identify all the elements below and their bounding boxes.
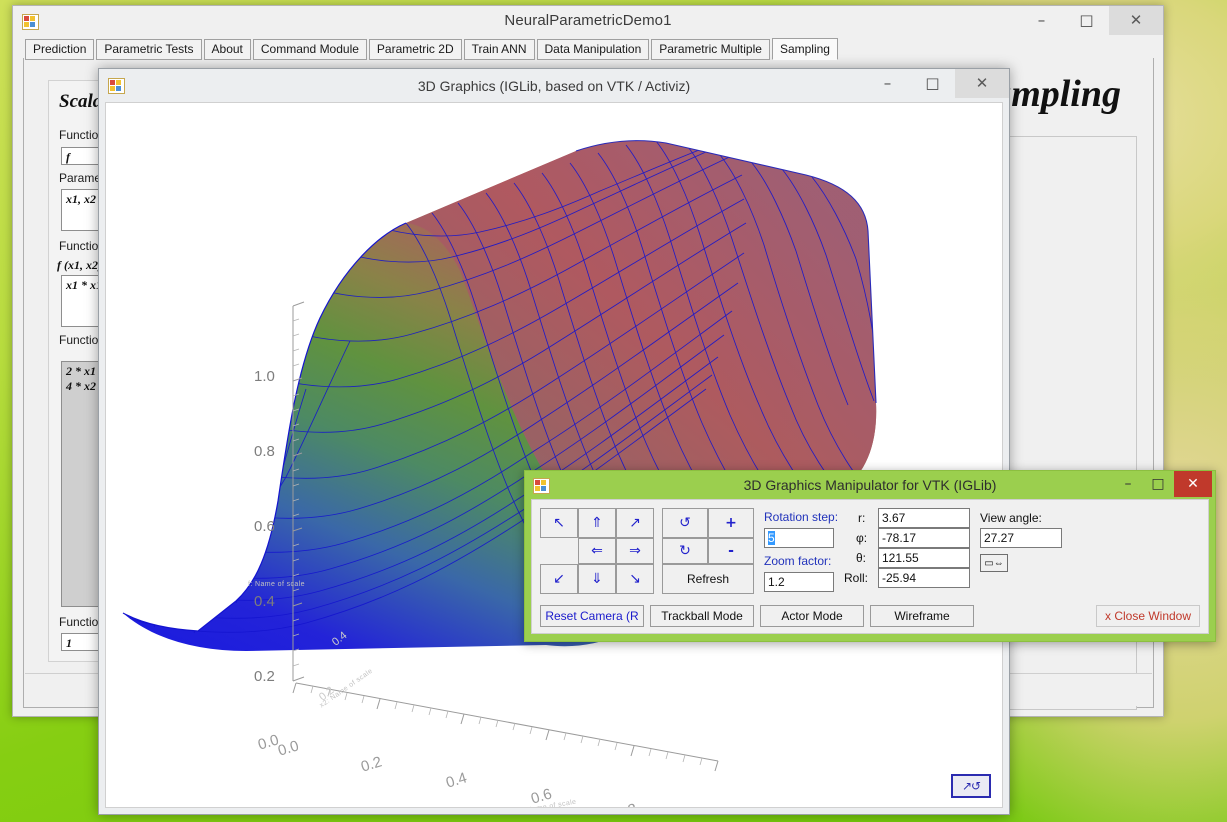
graphics-window-titlebar[interactable]: 3D Graphics (IGLib, based on VTK / Activ…: [99, 69, 1009, 102]
pan-down-left-button[interactable]: ↙: [540, 564, 578, 594]
tab-train-ann[interactable]: Train ANN: [464, 39, 535, 60]
manipulator-body: ↖ ⇑ ↗ ⇐ ⇒ ↙ ⇓ ↘ ↺ ↻ Refresh + - Rotation…: [531, 499, 1209, 634]
refresh-button[interactable]: Refresh: [662, 564, 754, 594]
pan-down-button[interactable]: ⇓: [578, 564, 616, 594]
actor-mode-button[interactable]: Actor Mode: [760, 605, 864, 627]
zoom-in-button[interactable]: +: [708, 508, 754, 538]
z-tick-0.6: 0.6: [254, 518, 275, 535]
pan-up-button[interactable]: ⇑: [578, 508, 616, 538]
manipulator-titlebar[interactable]: 3D Graphics Manipulator for VTK (IGLib) …: [525, 471, 1215, 499]
graphics-minimize-button[interactable]: –: [865, 69, 910, 98]
view-angle-input[interactable]: 27.27: [980, 528, 1062, 548]
pan-up-right-button[interactable]: ↗: [616, 508, 654, 538]
wireframe-button[interactable]: Wireframe: [870, 605, 974, 627]
rotation-step-label: Rotation step:: [764, 510, 838, 524]
refresh-view-button[interactable]: ↗↺: [951, 774, 991, 798]
reset-camera-button[interactable]: Reset Camera (R: [540, 605, 644, 627]
tab-sampling[interactable]: Sampling: [772, 38, 838, 60]
tab-parametric-tests[interactable]: Parametric Tests: [96, 39, 201, 60]
tab-parametric-2d[interactable]: Parametric 2D: [369, 39, 462, 60]
pan-down-right-button[interactable]: ↘: [616, 564, 654, 594]
roll-label: Roll:: [844, 571, 868, 585]
theta-input[interactable]: 121.55: [878, 548, 970, 568]
graphics-caption-buttons: – □ ✕: [865, 69, 1009, 98]
z-tick-1.0: 1.0: [254, 368, 275, 385]
tab-prediction[interactable]: Prediction: [25, 39, 94, 60]
r-input[interactable]: 3.67: [878, 508, 970, 528]
phi-label: φ:: [856, 531, 867, 545]
z-tick-0.4: 0.4: [254, 593, 275, 610]
tab-command-module[interactable]: Command Module: [253, 39, 367, 60]
theta-label: θ:: [856, 551, 866, 565]
manipulator-close-button[interactable]: ✕: [1174, 471, 1212, 497]
z-tick-0.8: 0.8: [254, 443, 275, 460]
close-window-button[interactable]: x Close Window: [1096, 605, 1200, 627]
axes: [106, 103, 1003, 803]
manipulator-maximize-button[interactable]: □: [1143, 471, 1173, 497]
vtk-render-canvas[interactable]: 1.0 0.8 0.6 0.4 0.2 0.0 0.0 0.2 0.4 0.6 …: [105, 102, 1003, 808]
pan-up-left-button[interactable]: ↖: [540, 508, 578, 538]
page-title: NeuralParametricDemo1: [13, 12, 1163, 29]
graphics-maximize-button[interactable]: □: [910, 69, 955, 98]
manipulator-window: 3D Graphics Manipulator for VTK (IGLib) …: [524, 470, 1216, 642]
zoom-factor-input[interactable]: 1.2: [764, 572, 834, 592]
pan-right-button[interactable]: ⇒: [616, 538, 654, 564]
rotate-ccw-button[interactable]: ↺: [662, 508, 708, 538]
pan-left-button[interactable]: ⇐: [578, 538, 616, 564]
graphics-close-button[interactable]: ✕: [955, 69, 1009, 98]
tab-data-manipulation[interactable]: Data Manipulation: [537, 39, 650, 60]
view-angle-label: View angle:: [980, 511, 1042, 525]
manipulator-title: 3D Graphics Manipulator for VTK (IGLib): [525, 477, 1215, 493]
tab-about[interactable]: About: [204, 39, 251, 60]
r-label: r:: [858, 511, 865, 525]
view-fit-icon[interactable]: ▭⇔: [980, 554, 1008, 572]
z-axis-title: f: Name of scale: [248, 581, 305, 588]
zoom-factor-label: Zoom factor:: [764, 554, 831, 568]
page-heading: ampling: [992, 72, 1121, 116]
tab-strip: PredictionParametric TestsAboutCommand M…: [13, 38, 1163, 59]
rotation-step-input[interactable]: 5: [764, 528, 834, 548]
trackball-mode-button[interactable]: Trackball Mode: [650, 605, 754, 627]
roll-input[interactable]: -25.94: [878, 568, 970, 588]
surface-plot: 1.0 0.8 0.6 0.4 0.2 0.0 0.0 0.2 0.4 0.6 …: [106, 103, 1002, 807]
minimize-button[interactable]: –: [1019, 6, 1064, 35]
tab-parametric-multiple[interactable]: Parametric Multiple: [651, 39, 770, 60]
maximize-button[interactable]: □: [1064, 6, 1109, 35]
close-button[interactable]: ✕: [1109, 6, 1163, 35]
phi-input[interactable]: -78.17: [878, 528, 970, 548]
rotate-cw-button[interactable]: ↻: [662, 538, 708, 564]
z-tick-0.2: 0.2: [254, 668, 275, 685]
zoom-out-button[interactable]: -: [708, 538, 754, 564]
graphics-window: 3D Graphics (IGLib, based on VTK / Activ…: [98, 68, 1010, 815]
main-window-titlebar[interactable]: NeuralParametricDemo1 – □ ✕: [13, 6, 1163, 38]
main-window-caption-buttons: – □ ✕: [1019, 6, 1163, 35]
manipulator-minimize-button[interactable]: –: [1113, 471, 1143, 497]
